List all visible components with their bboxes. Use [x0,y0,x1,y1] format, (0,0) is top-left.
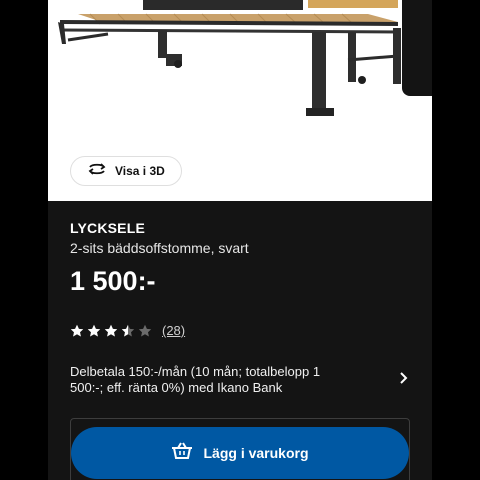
add-to-cart-button[interactable]: Lägg i varukorg [71,427,409,479]
star-icon [138,324,152,336]
product-description: 2-sits bäddsoffstomme, svart [70,240,249,256]
side-panel [402,0,432,96]
star-icon [104,324,118,336]
rating-stars [70,324,152,338]
product-page: Visa i 3D LYCKSELE 2-sits bäddsoffstomme… [48,0,432,480]
product-price: 1 500:- [70,266,156,296]
star-icon [87,324,101,336]
star-icon [70,324,84,336]
rotate-3d-icon [87,162,107,181]
financing-link[interactable]: Delbetala 150:-/mån (10 mån; totalbelopp… [70,362,410,398]
shopping-basket-icon [171,441,193,465]
financing-text: Delbetala 150:-/mån (10 mån; totalbelopp… [70,364,321,395]
product-image[interactable]: Visa i 3D [48,0,432,201]
add-to-cart-label: Lägg i varukorg [203,445,309,461]
view-3d-button[interactable]: Visa i 3D [70,156,182,186]
star-icon [121,324,135,336]
review-count-link[interactable]: (28) [162,323,185,338]
product-name: LYCKSELE [70,220,145,236]
product-rating[interactable]: (28) [70,323,185,338]
product-info: LYCKSELE 2-sits bäddsoffstomme, svart [70,220,410,257]
chevron-right-icon [398,371,410,390]
view-3d-label: Visa i 3D [115,164,165,178]
